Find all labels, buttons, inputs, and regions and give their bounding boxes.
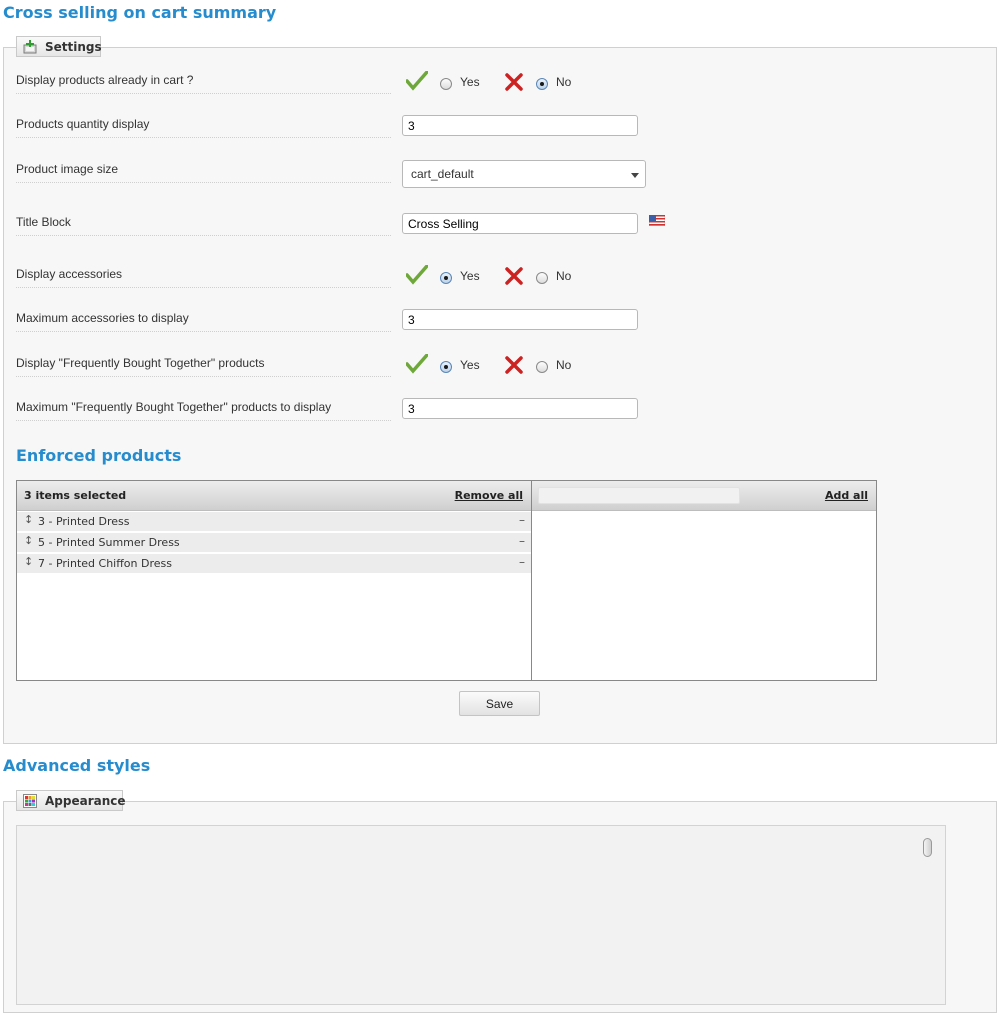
max-accessories-label: Maximum accessories to display xyxy=(16,311,391,332)
display-in-cart-no-radio[interactable] xyxy=(536,78,548,90)
title-block-input[interactable] xyxy=(402,213,638,234)
display-accessories-no-radio[interactable] xyxy=(536,272,548,284)
display-accessories-label: Display accessories xyxy=(16,267,391,288)
x-icon xyxy=(505,73,523,91)
x-icon xyxy=(505,267,523,285)
display-fbt-no-label: No xyxy=(556,358,572,372)
check-icon xyxy=(406,354,428,374)
max-fbt-input[interactable] xyxy=(402,398,638,419)
x-icon xyxy=(505,356,523,374)
display-fbt-yes-radio[interactable] xyxy=(440,361,452,373)
drag-handle-icon[interactable]: ↕ xyxy=(24,513,33,526)
list-item[interactable]: ↕ 7 - Printed Chiffon Dress – xyxy=(17,554,531,574)
scrollbar-thumb[interactable] xyxy=(923,838,932,857)
available-items-pane: Add all xyxy=(532,481,876,680)
selected-count: 3 items selected xyxy=(24,489,127,502)
page-title: Cross selling on cart summary xyxy=(3,3,277,22)
enforced-products-title: Enforced products xyxy=(16,446,182,465)
check-icon xyxy=(406,71,428,91)
display-in-cart-label: Display products already in cart ? xyxy=(16,73,391,94)
max-fbt-label: Maximum "Frequently Bought Together" pro… xyxy=(16,400,391,421)
save-button[interactable]: Save xyxy=(459,691,540,716)
list-item-label: 3 - Printed Dress xyxy=(38,515,130,528)
image-size-label: Product image size xyxy=(16,162,391,183)
us-flag-icon[interactable] xyxy=(649,215,665,226)
custom-css-textarea[interactable] xyxy=(16,825,946,1005)
enforced-products-multiselect: 3 items selected Remove all ↕ 3 - Printe… xyxy=(16,480,877,681)
display-accessories-yes-radio[interactable] xyxy=(440,272,452,284)
appearance-legend-label: Appearance xyxy=(45,793,126,808)
remove-item-icon[interactable]: – xyxy=(519,513,525,527)
display-in-cart-yes-label: Yes xyxy=(460,75,480,89)
display-accessories-no-label: No xyxy=(556,269,572,283)
title-block-label: Title Block xyxy=(16,215,391,236)
image-size-select[interactable]: cart_default xyxy=(402,160,646,188)
max-accessories-input[interactable] xyxy=(402,309,638,330)
quantity-label: Products quantity display xyxy=(16,117,391,138)
display-in-cart-no-label: No xyxy=(556,75,572,89)
add-settings-icon xyxy=(23,39,37,54)
remove-item-icon[interactable]: – xyxy=(519,534,525,548)
display-fbt-label: Display "Frequently Bought Together" pro… xyxy=(16,356,391,377)
list-item[interactable]: ↕ 5 - Printed Summer Dress – xyxy=(17,533,531,553)
chevron-down-icon xyxy=(631,173,639,178)
image-size-value: cart_default xyxy=(411,167,474,181)
display-accessories-yes-label: Yes xyxy=(460,269,480,283)
drag-handle-icon[interactable]: ↕ xyxy=(24,555,33,568)
appearance-legend: Appearance xyxy=(16,790,126,811)
advanced-styles-title: Advanced styles xyxy=(3,756,151,775)
product-search-input[interactable] xyxy=(538,487,740,504)
list-item-label: 7 - Printed Chiffon Dress xyxy=(38,557,172,570)
drag-handle-icon[interactable]: ↕ xyxy=(24,534,33,547)
display-in-cart-yes-radio[interactable] xyxy=(440,78,452,90)
list-item-label: 5 - Printed Summer Dress xyxy=(38,536,180,549)
display-fbt-no-radio[interactable] xyxy=(536,361,548,373)
selected-pane-header: 3 items selected Remove all xyxy=(17,481,531,511)
display-fbt-yes-label: Yes xyxy=(460,358,480,372)
check-icon xyxy=(406,265,428,285)
selected-items-pane: 3 items selected Remove all ↕ 3 - Printe… xyxy=(17,481,532,680)
remove-item-icon[interactable]: – xyxy=(519,555,525,569)
add-all-link[interactable]: Add all xyxy=(825,489,868,502)
list-item[interactable]: ↕ 3 - Printed Dress – xyxy=(17,512,531,532)
palette-icon xyxy=(23,793,37,808)
settings-legend: Settings xyxy=(16,36,102,57)
settings-legend-label: Settings xyxy=(45,39,102,54)
remove-all-link[interactable]: Remove all xyxy=(455,489,523,502)
available-pane-header: Add all xyxy=(532,481,876,511)
quantity-input[interactable] xyxy=(402,115,638,136)
